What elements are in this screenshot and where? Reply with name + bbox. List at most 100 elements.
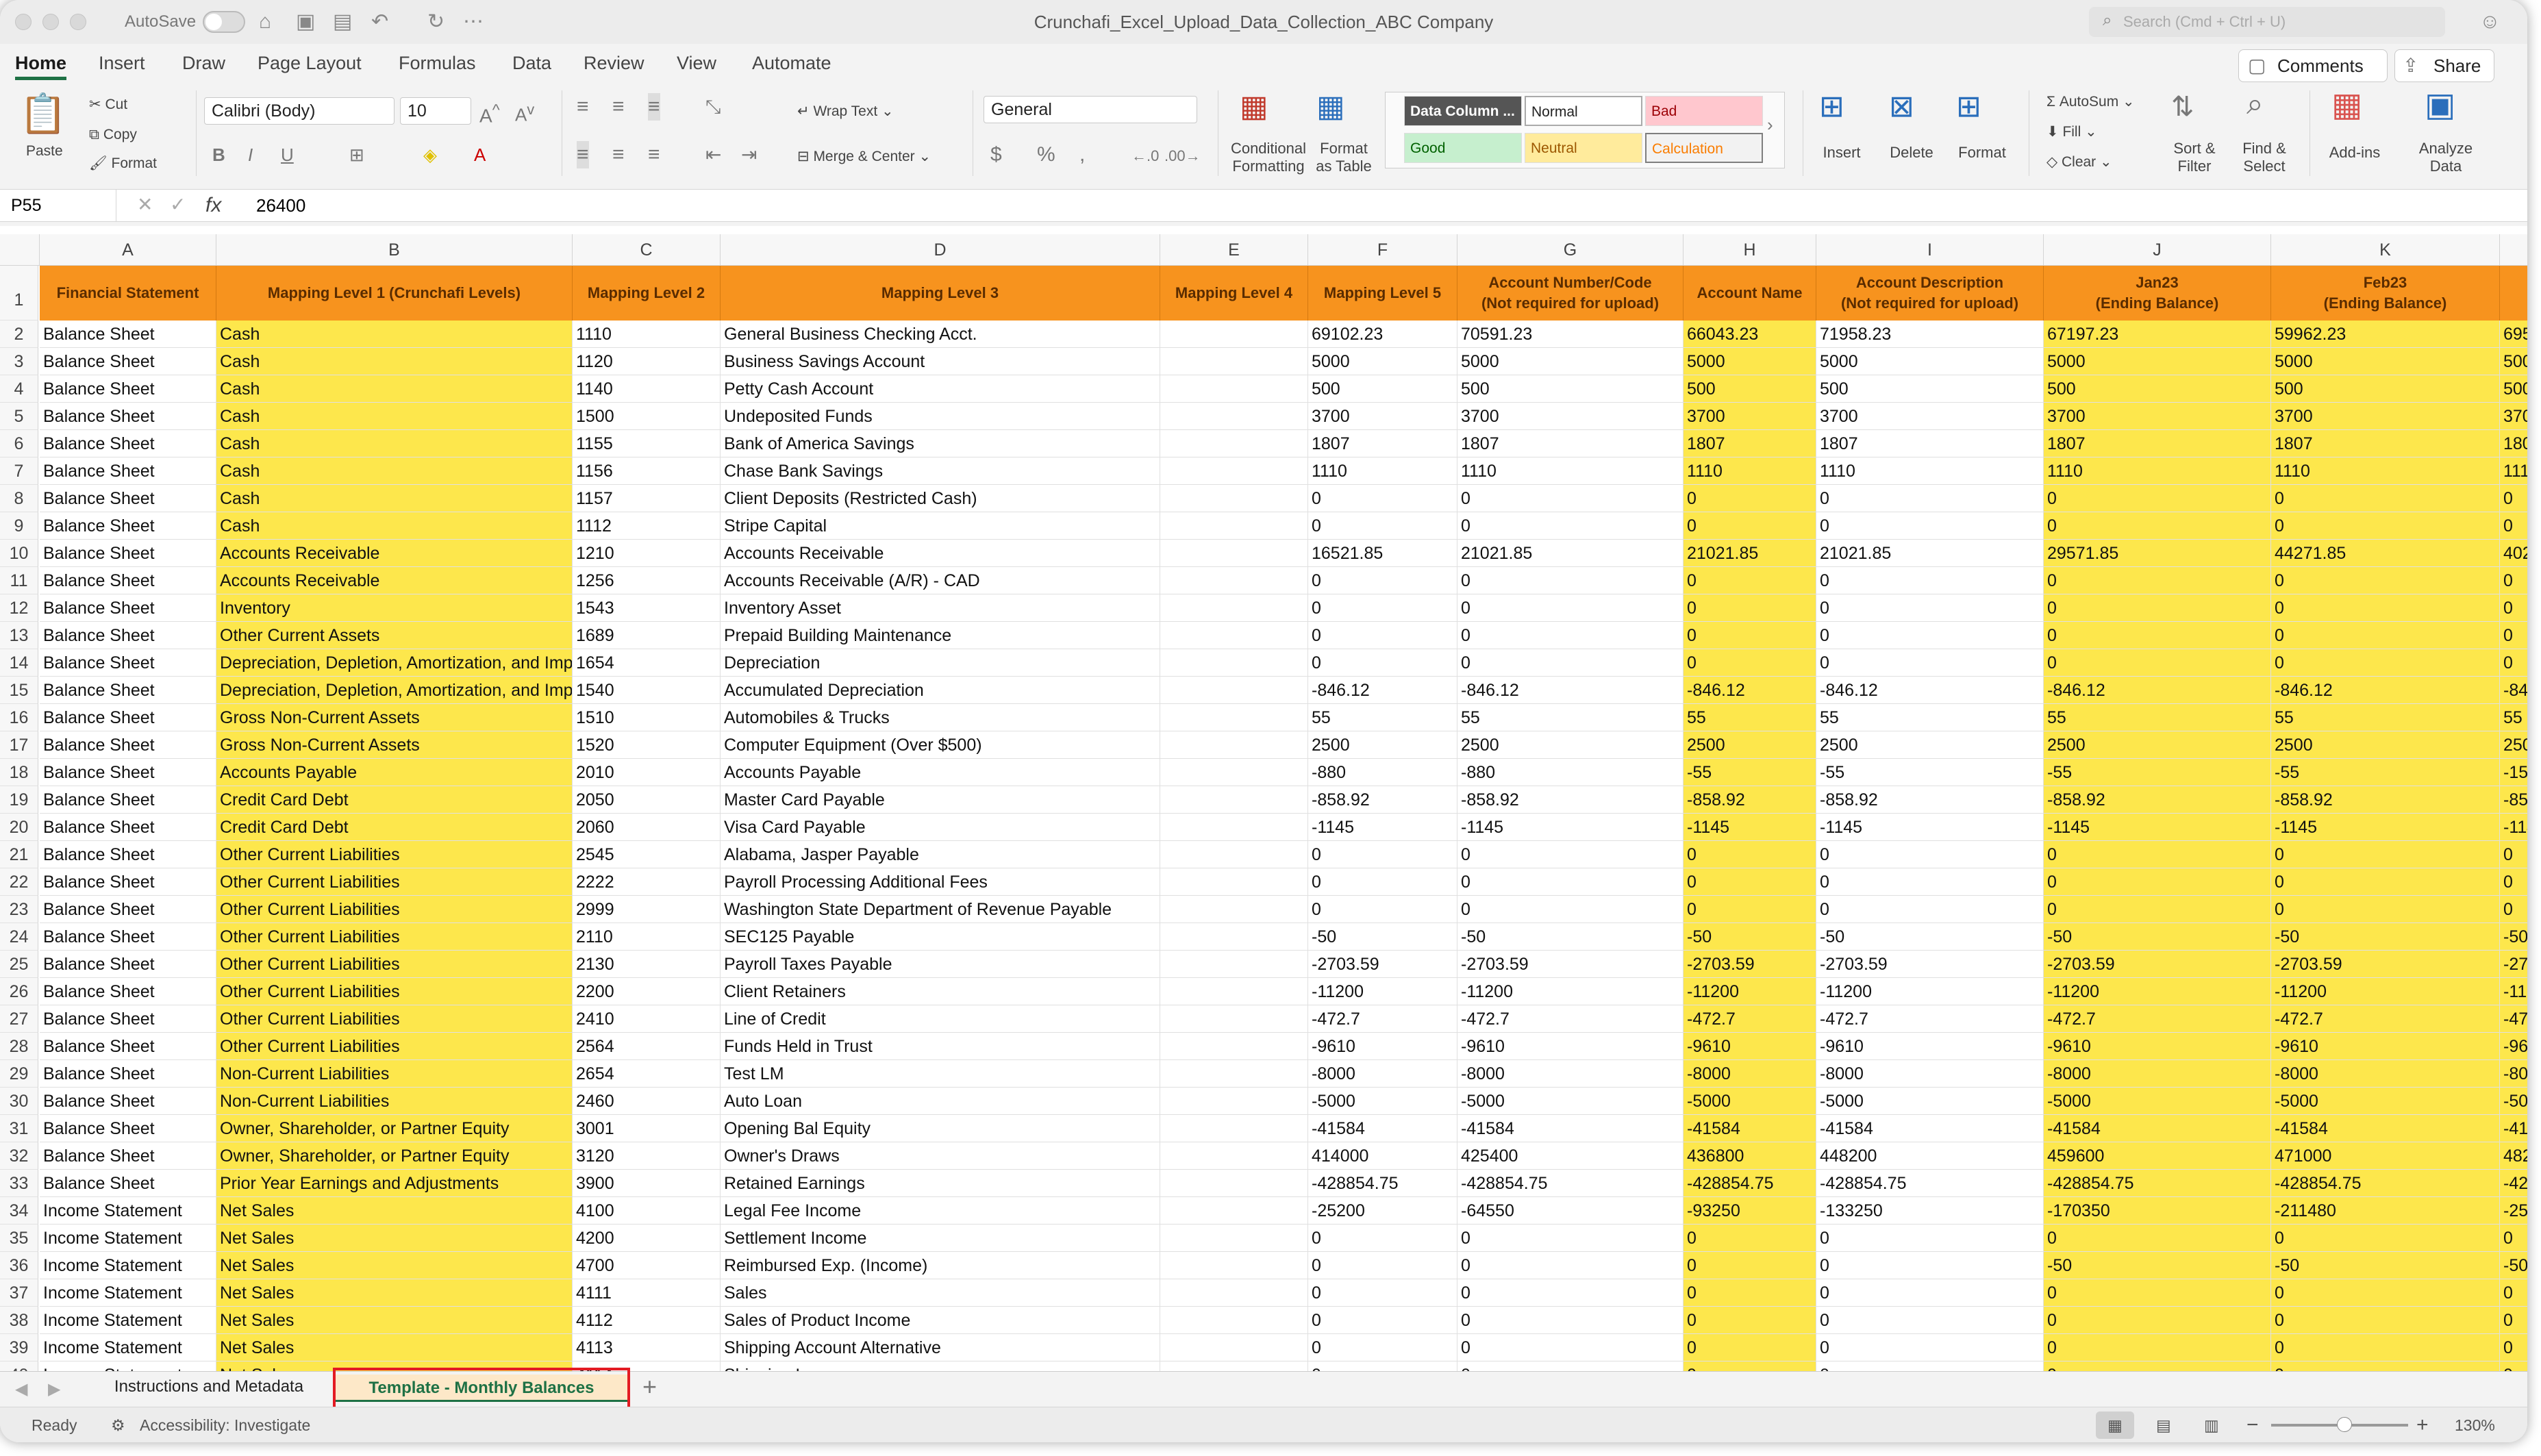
table-cell[interactable]: Accounts Payable bbox=[216, 759, 573, 786]
table-cell[interactable]: 1689 bbox=[573, 622, 721, 649]
table-cell[interactable]: -8000 bbox=[1683, 1060, 1816, 1088]
table-cell[interactable]: 425400 bbox=[1457, 1142, 1683, 1170]
delete-cells-icon[interactable]: ⊠ bbox=[1889, 92, 1914, 122]
table-cell[interactable]: Balance Sheet bbox=[40, 1115, 216, 1142]
table-cell[interactable]: -41584 bbox=[1308, 1115, 1457, 1142]
table-cell[interactable]: 5000 bbox=[1457, 348, 1683, 375]
table-cell[interactable]: Balance Sheet bbox=[40, 677, 216, 704]
row-header[interactable]: 33 bbox=[0, 1170, 38, 1197]
table-cell[interactable] bbox=[1160, 923, 1308, 951]
table-cell[interactable]: -8000 bbox=[2044, 1060, 2271, 1088]
table-cell[interactable]: 0 bbox=[1308, 622, 1457, 649]
table-cell[interactable]: Depreciation, Depletion, Amortization, a… bbox=[216, 649, 573, 677]
table-cell[interactable]: Master Card Payable bbox=[721, 786, 1160, 814]
table-cell[interactable]: -858.92 bbox=[1308, 786, 1457, 814]
table-cell[interactable] bbox=[1160, 1197, 1308, 1225]
table-cell[interactable]: Automobiles & Trucks bbox=[721, 704, 1160, 731]
table-cell[interactable]: Funds Held in Trust bbox=[721, 1033, 1160, 1060]
next-sheet-icon[interactable]: ▶ bbox=[48, 1376, 60, 1403]
find-select-label[interactable]: Find & Select bbox=[2230, 140, 2299, 175]
table-cell[interactable]: 1110 bbox=[1457, 457, 1683, 485]
table-cell[interactable]: 55 bbox=[1683, 704, 1816, 731]
name-box[interactable]: P55 bbox=[0, 190, 116, 221]
table-cell[interactable]: 0 bbox=[2044, 868, 2271, 896]
table-cell[interactable]: -5000 bbox=[2271, 1088, 2500, 1115]
table-cell[interactable]: 1654 bbox=[573, 649, 721, 677]
table-cell[interactable]: 3700 bbox=[2044, 403, 2271, 430]
table-cell[interactable]: 1157 bbox=[573, 485, 721, 512]
fill-color-icon[interactable]: ◈ bbox=[423, 141, 437, 168]
table-cell[interactable]: 459600 bbox=[2044, 1142, 2271, 1170]
table-cell[interactable]: 0 bbox=[2500, 485, 2527, 512]
table-cell[interactable]: Other Current Liabilities bbox=[216, 1033, 573, 1060]
table-cell[interactable]: Bank of America Savings bbox=[721, 430, 1160, 457]
table-cell[interactable]: 0 bbox=[1308, 1334, 1457, 1361]
table-cell[interactable]: 1156 bbox=[573, 457, 721, 485]
enter-icon[interactable]: ✓ bbox=[170, 191, 186, 218]
table-cell[interactable]: 0 bbox=[2500, 1334, 2527, 1361]
table-cell[interactable] bbox=[1160, 868, 1308, 896]
table-cell[interactable]: -50 bbox=[2500, 1252, 2527, 1279]
table-cell[interactable]: -9610 bbox=[1683, 1033, 1816, 1060]
table-cell[interactable]: 1807 bbox=[1308, 430, 1457, 457]
table-cell[interactable]: -2703.59 bbox=[2271, 951, 2500, 978]
column-header[interactable]: C bbox=[573, 234, 721, 266]
table-cell[interactable]: -114 bbox=[2500, 814, 2527, 841]
table-cell[interactable]: -50 bbox=[1308, 923, 1457, 951]
table-cell[interactable]: 0 bbox=[2500, 1361, 2527, 1371]
table-cell[interactable]: -50 bbox=[2271, 1252, 2500, 1279]
table-cell[interactable]: Net Sales bbox=[216, 1334, 573, 1361]
table-cell[interactable]: General Business Checking Acct. bbox=[721, 321, 1160, 348]
table-cell[interactable]: 4700 bbox=[573, 1252, 721, 1279]
table-cell[interactable]: 402 bbox=[2500, 540, 2527, 567]
table-cell[interactable] bbox=[1160, 1252, 1308, 1279]
table-cell[interactable]: Cash bbox=[216, 430, 573, 457]
header-cell[interactable]: Financial Statement bbox=[40, 266, 216, 321]
table-cell[interactable]: 180 bbox=[2500, 430, 2527, 457]
table-cell[interactable]: 70591.23 bbox=[1457, 321, 1683, 348]
style-data-column[interactable]: Data Column ... bbox=[1404, 96, 1522, 126]
table-cell[interactable]: 0 bbox=[2271, 512, 2500, 540]
table-cell[interactable]: Inventory Asset bbox=[721, 594, 1160, 622]
table-cell[interactable]: 111 bbox=[2500, 457, 2527, 485]
table-cell[interactable]: -1145 bbox=[2271, 814, 2500, 841]
table-cell[interactable]: -211480 bbox=[2271, 1197, 2500, 1225]
table-cell[interactable]: 1110 bbox=[1816, 457, 2044, 485]
table-cell[interactable]: 2564 bbox=[573, 1033, 721, 1060]
table-cell[interactable]: 0 bbox=[1457, 649, 1683, 677]
row-header[interactable]: 21 bbox=[0, 841, 38, 868]
table-cell[interactable]: 1807 bbox=[2271, 430, 2500, 457]
table-cell[interactable]: 21021.85 bbox=[1457, 540, 1683, 567]
table-cell[interactable]: Shipping Account Alternative bbox=[721, 1334, 1160, 1361]
table-cell[interactable]: -428854.75 bbox=[1308, 1170, 1457, 1197]
table-cell[interactable]: -428854.75 bbox=[2044, 1170, 2271, 1197]
table-cell[interactable]: 0 bbox=[1683, 485, 1816, 512]
table-cell[interactable]: 66043.23 bbox=[1683, 321, 1816, 348]
table-cell[interactable]: -11200 bbox=[2044, 978, 2271, 1005]
table-cell[interactable]: Stripe Capital bbox=[721, 512, 1160, 540]
table-cell[interactable]: Balance Sheet bbox=[40, 485, 216, 512]
table-cell[interactable]: Shipping Income bbox=[721, 1361, 1160, 1371]
table-cell[interactable]: 0 bbox=[1816, 567, 2044, 594]
table-cell[interactable]: Cash bbox=[216, 348, 573, 375]
table-cell[interactable]: 2500 bbox=[1816, 731, 2044, 759]
table-cell[interactable]: 0 bbox=[2044, 594, 2271, 622]
table-cell[interactable]: Sales of Product Income bbox=[721, 1307, 1160, 1334]
table-cell[interactable]: 2545 bbox=[573, 841, 721, 868]
table-cell[interactable]: 0 bbox=[1457, 594, 1683, 622]
row-header[interactable]: 20 bbox=[0, 814, 38, 841]
table-cell[interactable]: -472.7 bbox=[2271, 1005, 2500, 1033]
accessibility-icon[interactable]: ⚙ bbox=[111, 1414, 125, 1436]
table-cell[interactable]: 500 bbox=[1683, 375, 1816, 403]
font-name-select[interactable]: Calibri (Body) bbox=[204, 97, 395, 125]
table-cell[interactable]: -858.92 bbox=[1683, 786, 1816, 814]
table-cell[interactable]: 0 bbox=[2500, 868, 2527, 896]
table-cell[interactable]: Income Statement bbox=[40, 1225, 216, 1252]
align-center-icon[interactable]: ≡ bbox=[612, 141, 625, 168]
row-header[interactable]: 24 bbox=[0, 923, 38, 951]
table-cell[interactable]: 44271.85 bbox=[2271, 540, 2500, 567]
table-cell[interactable]: Balance Sheet bbox=[40, 649, 216, 677]
table-cell[interactable]: Cash bbox=[216, 375, 573, 403]
table-cell[interactable]: 0 bbox=[1308, 512, 1457, 540]
table-cell[interactable] bbox=[1160, 594, 1308, 622]
